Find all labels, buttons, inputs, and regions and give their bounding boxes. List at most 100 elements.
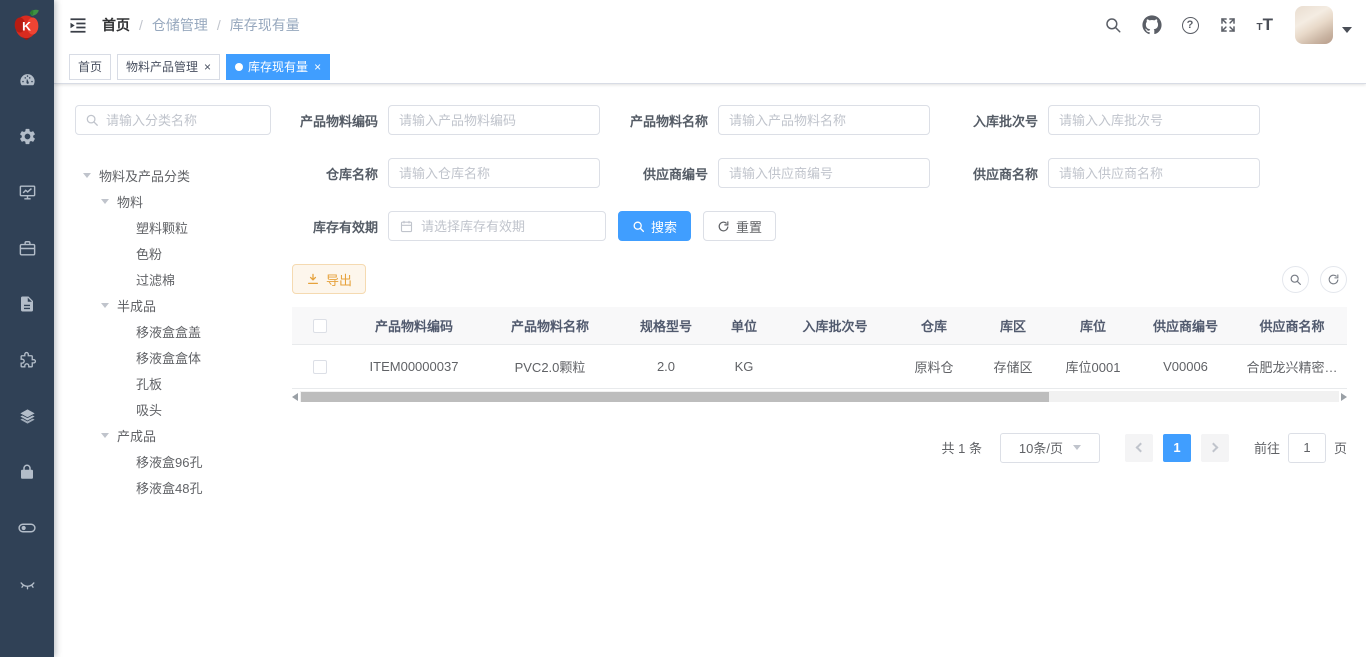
tree-node-leaf[interactable]: 孔板 xyxy=(75,370,271,396)
tree-node-leaf[interactable]: 塑料颗粒 xyxy=(75,214,271,240)
sidebar-item-system[interactable] xyxy=(0,108,54,164)
sidebar-item-switch[interactable] xyxy=(0,500,54,556)
inventory-panel: 产品物料编码 产品物料名称 入库批次号 xyxy=(292,105,1347,657)
tree-node-leaf[interactable]: 过滤棉 xyxy=(75,266,271,292)
scrollbar-thumb[interactable] xyxy=(301,392,1049,402)
close-icon[interactable]: × xyxy=(314,61,321,73)
tab-label: 首页 xyxy=(78,58,102,75)
tree-node-semifinished[interactable]: 半成品 xyxy=(75,292,271,318)
expiry-date-picker[interactable] xyxy=(388,211,606,241)
category-tree: 物料及产品分类 物料 塑料颗粒 色粉 过滤棉 半成品 移液盒盒盖 移液盒盒体 孔… xyxy=(75,162,271,500)
cell-zone: 存储区 xyxy=(974,344,1052,388)
tab-label: 库存现有量 xyxy=(248,58,308,75)
expiry-date-input[interactable] xyxy=(421,219,595,234)
tree-node-label: 产成品 xyxy=(117,426,156,445)
item-code-input[interactable] xyxy=(399,113,589,128)
header-search-button[interactable] xyxy=(1094,16,1132,34)
tree-node-label: 移液盒96孔 xyxy=(136,452,202,471)
app-logo[interactable]: K xyxy=(0,0,54,50)
sidebar-item-layers[interactable] xyxy=(0,388,54,444)
row-checkbox[interactable] xyxy=(313,360,327,374)
supplier-code-input[interactable] xyxy=(729,166,919,181)
cell-location: 库位0001 xyxy=(1052,344,1134,388)
tree-node-leaf[interactable]: 移液盒盒体 xyxy=(75,344,271,370)
goto-page-input[interactable] xyxy=(1288,433,1326,463)
reset-button[interactable]: 重置 xyxy=(703,211,776,241)
search-icon xyxy=(1104,16,1122,34)
scroll-left-arrow[interactable] xyxy=(292,393,298,401)
tree-node-leaf[interactable]: 吸头 xyxy=(75,396,271,422)
cell-warehouse: 原料仓 xyxy=(894,344,974,388)
sidebar-item-document[interactable] xyxy=(0,276,54,332)
select-all-checkbox[interactable] xyxy=(313,319,327,333)
tab-home[interactable]: 首页 xyxy=(69,54,111,80)
export-button[interactable]: 导出 xyxy=(292,264,366,294)
tree-node-leaf[interactable]: 移液盒96孔 xyxy=(75,448,271,474)
sidebar-item-plugins[interactable] xyxy=(0,332,54,388)
user-menu[interactable] xyxy=(1295,6,1352,44)
tree-node-leaf[interactable]: 移液盒48孔 xyxy=(75,474,271,500)
tree-node-label: 移液盒盒体 xyxy=(136,348,201,367)
tab-inventory-onhand[interactable]: 库存现有量 × xyxy=(226,54,330,80)
warehouse-input[interactable] xyxy=(399,166,589,181)
col-zone: 库区 xyxy=(974,307,1052,344)
tree-search-box xyxy=(75,105,271,135)
sidebar-toggle-button[interactable] xyxy=(68,15,88,35)
filter-item-code: 产品物料编码 xyxy=(292,105,600,135)
github-link-button[interactable] xyxy=(1132,15,1172,35)
page-size-value: 10条/页 xyxy=(1019,438,1063,457)
toggle-search-button[interactable] xyxy=(1282,266,1309,293)
help-button[interactable]: ? xyxy=(1172,17,1209,34)
tree-node-root[interactable]: 物料及产品分类 xyxy=(75,162,271,188)
page-suffix: 页 xyxy=(1334,438,1347,457)
tree-node-label: 色粉 xyxy=(136,244,162,263)
supplier-name-input[interactable] xyxy=(1059,166,1249,181)
page-content: 物料及产品分类 物料 塑料颗粒 色粉 过滤棉 半成品 移液盒盒盖 移液盒盒体 孔… xyxy=(54,84,1366,657)
page-size-select[interactable]: 10条/页 xyxy=(1000,433,1100,463)
tree-node-label: 过滤棉 xyxy=(136,270,175,289)
tree-node-leaf[interactable]: 移液盒盒盖 xyxy=(75,318,271,344)
tree-node-label: 移液盒48孔 xyxy=(136,478,202,497)
tree-node-leaf[interactable]: 色粉 xyxy=(75,240,271,266)
sidebar-item-tools[interactable] xyxy=(0,220,54,276)
current-page-button[interactable]: 1 xyxy=(1163,434,1191,462)
tree-search-input[interactable] xyxy=(106,113,261,128)
sidebar-item-monitor[interactable] xyxy=(0,164,54,220)
cell-item-code: ITEM00000037 xyxy=(348,344,480,388)
search-button[interactable]: 搜索 xyxy=(618,211,691,241)
tab-material-product-mgmt[interactable]: 物料产品管理 × xyxy=(117,54,220,80)
inventory-table: 产品物料编码 产品物料名称 规格型号 单位 入库批次号 仓库 库区 库位 供应商… xyxy=(292,307,1347,389)
logo-flower-icon: K xyxy=(10,7,44,43)
pagination: 共 1 条 10条/页 1 前往 页 xyxy=(292,433,1347,463)
sidebar-item-hide[interactable] xyxy=(0,556,54,612)
cell-supplier-code: V00006 xyxy=(1134,344,1237,388)
filter-item-name: 产品物料名称 xyxy=(622,105,930,135)
fullscreen-button[interactable] xyxy=(1209,16,1247,34)
batch-no-input[interactable] xyxy=(1059,113,1249,128)
tree-node-material[interactable]: 物料 xyxy=(75,188,271,214)
avatar[interactable] xyxy=(1295,6,1333,44)
close-icon[interactable]: × xyxy=(204,61,211,73)
breadcrumb-home[interactable]: 首页 xyxy=(102,15,130,35)
filter-supplier-name: 供应商名称 xyxy=(952,158,1260,188)
tree-node-label: 半成品 xyxy=(117,296,156,315)
sidebar-item-dashboard[interactable] xyxy=(0,52,54,108)
table-row[interactable]: ITEM00000037 PVC2.0颗粒 2.0 KG 原料仓 存储区 库位0… xyxy=(292,344,1347,388)
prev-page-button[interactable] xyxy=(1125,434,1153,462)
next-page-button[interactable] xyxy=(1201,434,1229,462)
search-icon xyxy=(1289,273,1302,286)
search-icon xyxy=(85,113,99,127)
refresh-table-button[interactable] xyxy=(1320,266,1347,293)
scroll-right-arrow[interactable] xyxy=(1341,393,1347,401)
cell-supplier-name: 合肥龙兴精密… xyxy=(1237,344,1347,388)
tree-node-label: 孔板 xyxy=(136,374,162,393)
tree-node-finished[interactable]: 产成品 xyxy=(75,422,271,448)
item-name-input[interactable] xyxy=(729,113,919,128)
horizontal-scrollbar xyxy=(292,390,1347,404)
sidebar-item-security[interactable] xyxy=(0,444,54,500)
hamburger-icon xyxy=(68,15,88,35)
github-icon xyxy=(1142,15,1162,35)
scrollbar-track[interactable] xyxy=(300,391,1339,402)
font-size-button[interactable]: TT xyxy=(1247,15,1284,35)
chevron-down-icon xyxy=(1073,445,1081,450)
